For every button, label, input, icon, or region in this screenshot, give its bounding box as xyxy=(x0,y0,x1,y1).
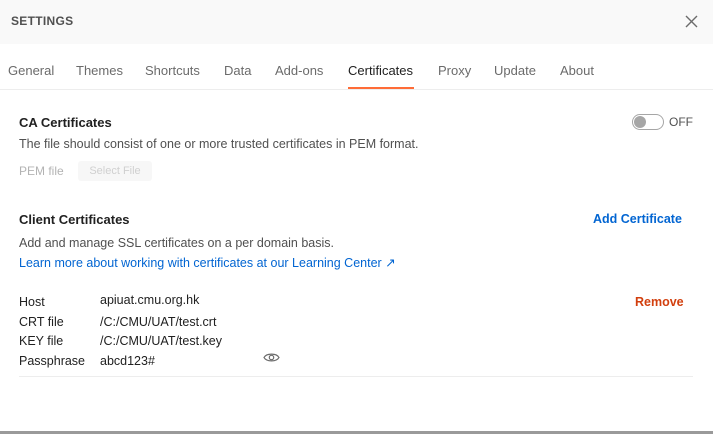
crt-file-value: /C:/CMU/UAT/test.crt xyxy=(100,315,217,329)
add-certificate-button[interactable]: Add Certificate xyxy=(593,212,682,226)
ca-certificates-title: CA Certificates xyxy=(19,115,112,130)
settings-title: SETTINGS xyxy=(11,14,74,28)
tab-themes[interactable]: Themes xyxy=(76,63,123,78)
settings-tabs: General Themes Shortcuts Data Add-ons Ce… xyxy=(0,52,713,90)
certificate-row-divider xyxy=(19,376,693,377)
tab-certificates[interactable]: Certificates xyxy=(348,63,413,78)
tab-add-ons[interactable]: Add-ons xyxy=(275,63,323,78)
settings-header: SETTINGS xyxy=(0,0,713,44)
ca-description: The file should consist of one or more t… xyxy=(19,137,419,151)
host-label: Host xyxy=(19,295,45,309)
select-file-button[interactable]: Select File xyxy=(78,161,152,181)
crt-file-label: CRT file xyxy=(19,315,64,329)
passphrase-label: Passphrase xyxy=(19,354,86,368)
pem-file-label: PEM file xyxy=(19,164,64,178)
ca-certificates-toggle[interactable] xyxy=(632,114,664,130)
tab-divider xyxy=(0,89,713,90)
key-file-label: KEY file xyxy=(19,334,64,348)
learning-center-link[interactable]: Learn more about working with certificat… xyxy=(19,255,396,270)
tab-update[interactable]: Update xyxy=(494,63,536,78)
client-description: Add and manage SSL certificates on a per… xyxy=(19,236,335,250)
toggle-state-label: OFF xyxy=(669,115,693,129)
tab-data[interactable]: Data xyxy=(224,63,251,78)
key-file-value: /C:/CMU/UAT/test.key xyxy=(100,334,223,348)
host-value: apiuat.cmu.org.hk xyxy=(100,293,200,307)
eye-icon[interactable] xyxy=(263,351,280,364)
client-certificates-title: Client Certificates xyxy=(19,212,130,227)
tab-about[interactable]: About xyxy=(560,63,594,78)
tab-shortcuts[interactable]: Shortcuts xyxy=(145,63,200,78)
remove-certificate-button[interactable]: Remove xyxy=(635,295,684,309)
close-icon[interactable] xyxy=(684,14,699,29)
toggle-knob xyxy=(634,116,646,128)
tab-general[interactable]: General xyxy=(8,63,54,78)
tab-proxy[interactable]: Proxy xyxy=(438,63,471,78)
passphrase-value: abcd123# xyxy=(100,354,155,368)
